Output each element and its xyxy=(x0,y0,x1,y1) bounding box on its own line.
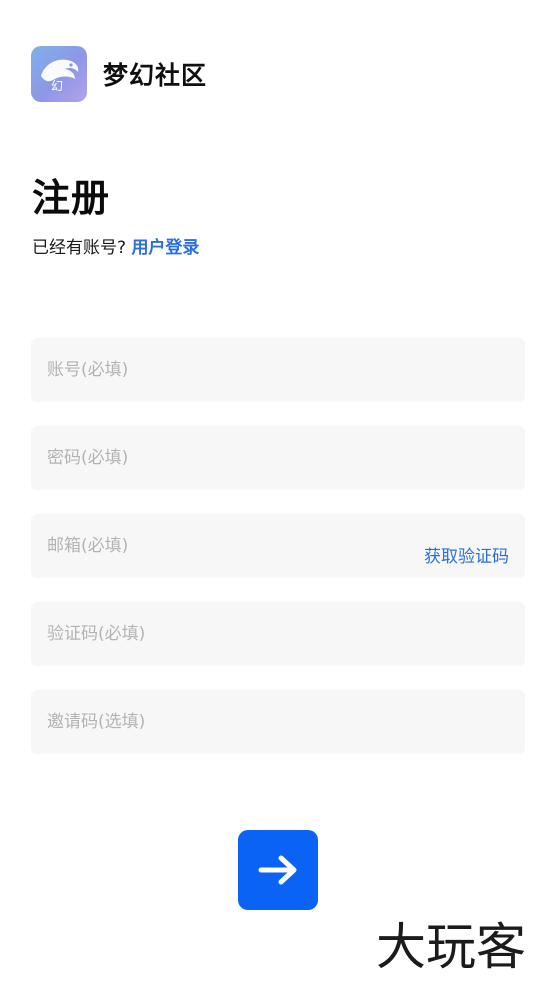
password-input[interactable] xyxy=(31,426,525,490)
dolphin-logo-icon: 幻 xyxy=(31,46,87,102)
arrow-right-icon xyxy=(258,855,297,885)
app-header: 幻 梦幻社区 xyxy=(31,46,207,102)
submit-button[interactable] xyxy=(238,830,318,910)
invite-code-input[interactable] xyxy=(31,690,525,754)
login-prompt: 已经有账号? 用户登录 xyxy=(32,235,199,261)
password-field xyxy=(31,426,525,490)
verification-code-field xyxy=(31,602,525,666)
logo-glyph: 幻 xyxy=(51,79,63,93)
login-link[interactable]: 用户登录 xyxy=(131,238,199,258)
dolphin-logo-graphic: 幻 xyxy=(41,59,79,93)
invite-code-field xyxy=(31,690,525,754)
watermark: 大玩客 xyxy=(376,918,526,976)
email-field: 获取验证码 xyxy=(31,514,525,578)
account-input[interactable] xyxy=(31,338,525,402)
has-account-text: 已经有账号? xyxy=(32,238,127,258)
page-title: 注册 xyxy=(32,176,111,220)
account-field xyxy=(31,338,525,402)
get-code-button[interactable]: 获取验证码 xyxy=(424,542,509,567)
app-name: 梦幻社区 xyxy=(103,61,208,90)
verification-code-input[interactable] xyxy=(31,602,525,666)
